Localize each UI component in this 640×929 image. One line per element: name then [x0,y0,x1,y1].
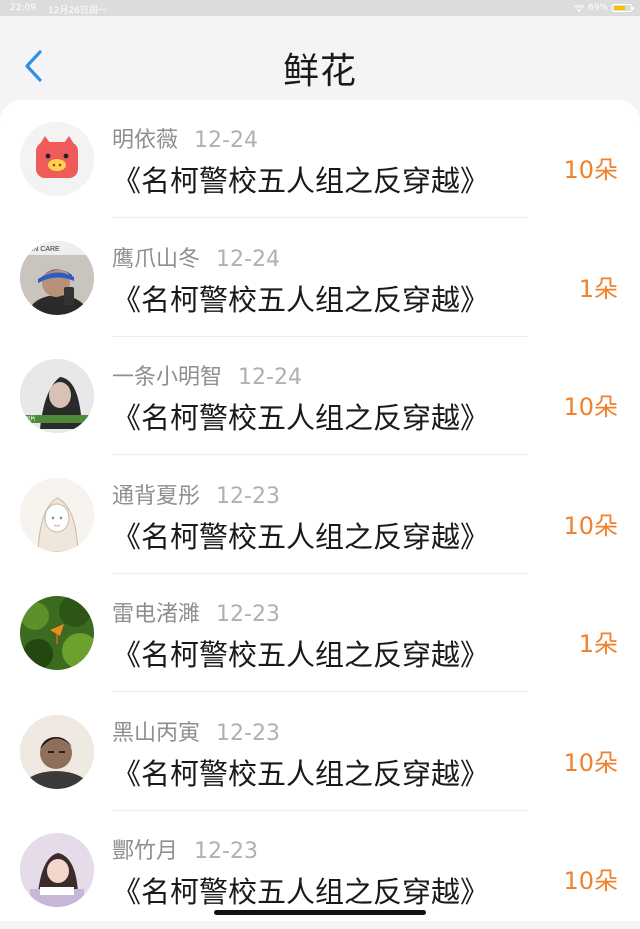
book-title[interactable]: 《名柯警校五人组之反穿越》 [112,158,489,200]
wifi-icon [573,4,584,12]
person-blue-cap-avatar[interactable]: SKIN CARE [20,240,94,315]
flower-count: 10朵 [563,511,618,540]
list-item[interactable]: 通背夏彤 12-23 《名柯警校五人组之反穿越》 10朵 [0,456,640,574]
user-line: 鹰爪山冬 12-24 [112,241,280,273]
user-line: 明依薇 12-24 [112,122,258,154]
book-title[interactable]: 《名柯警校五人组之反穿越》 [112,514,489,556]
flower-count: 10朵 [563,748,618,777]
nav-bar: 鲜花 [0,16,640,100]
gift-date: 12-23 [194,839,258,864]
gift-date: 12-24 [238,365,302,390]
girl-reading-avatar[interactable] [20,833,94,907]
flower-count: 1朵 [578,630,618,658]
user-name[interactable]: 酆竹月 [112,839,178,864]
book-title[interactable]: 《名柯警校五人组之反穿越》 [112,395,489,437]
user-line: 酆竹月 12-23 [112,833,258,865]
flower-count: 10朵 [563,156,618,184]
user-name[interactable]: 黑山丙寅 [112,721,200,746]
gift-date: 12-24 [194,128,258,153]
list-item[interactable]: 图片 一条小明智 12-24 《名柯警校五人组之反穿越》 10朵 [0,337,640,455]
user-name[interactable]: 通背夏彤 [112,484,200,509]
battery-icon [612,4,634,12]
list-item[interactable]: SKIN CARE 鹰爪山冬 12-24 《名柯警校五人组之反穿越》 1朵 [0,219,640,337]
flower-list: 明依薇 12-24 《名柯警校五人组之反穿越》 10朵 SKIN CARE 鹰爪山冬 12-… [0,100,640,921]
user-line: 一条小明智 12-24 [112,359,302,391]
gift-date: 12-23 [216,483,280,509]
gift-date: 12-23 [216,720,280,746]
flower-count: 1朵 [578,274,618,303]
status-date: 12月26日周一 [48,6,107,16]
list-item[interactable]: 雷电渚濉 12-23 《名柯警校五人组之反穿越》 1朵 [0,574,640,692]
user-name[interactable]: 一条小明智 [112,365,222,390]
gift-date: 12-23 [216,602,280,627]
list-item[interactable]: 黑山丙寅 12-23 《名柯警校五人组之反穿越》 10朵 [0,693,640,811]
svg-text:图片: 图片 [24,415,36,423]
battery-percent: 69% [587,3,608,13]
man-portrait-avatar[interactable] [20,714,94,789]
page-title: 鲜花 [282,51,357,92]
book-title[interactable]: 《名柯警校五人组之反穿越》 [112,751,489,793]
gift-date: 12-24 [216,246,280,272]
status-time: 22:09 [10,3,36,13]
green-leaves-avatar[interactable] [20,596,94,670]
svg-text:SKIN CARE: SKIN CARE [22,246,60,253]
pink-pig-avatar[interactable] [20,122,94,196]
user-name[interactable]: 明依薇 [112,128,178,153]
status-bar: 22:09 12月26日周一 69% [0,0,640,16]
home-indicator[interactable] [214,910,426,915]
user-line: 黑山丙寅 12-23 [112,715,280,747]
status-right: 69% [573,3,634,13]
user-line: 通背夏彤 12-23 [112,478,280,510]
flower-count: 10朵 [563,867,618,895]
book-title[interactable]: 《名柯警校五人组之反穿越》 [112,869,489,911]
user-line: 雷电渚濉 12-23 [112,596,280,628]
user-name[interactable]: 鹰爪山冬 [112,247,200,272]
battery-fill [614,6,625,10]
list-item[interactable]: 明依薇 12-24 《名柯警校五人组之反穿越》 10朵 [0,100,640,218]
book-title[interactable]: 《名柯警校五人组之反穿越》 [112,632,489,674]
flower-count: 10朵 [563,393,618,421]
sketch-girl-avatar[interactable] [20,477,94,552]
girl-photo-avatar[interactable]: 图片 [20,359,94,433]
user-name[interactable]: 雷电渚濉 [112,602,200,627]
book-title[interactable]: 《名柯警校五人组之反穿越》 [112,277,489,319]
